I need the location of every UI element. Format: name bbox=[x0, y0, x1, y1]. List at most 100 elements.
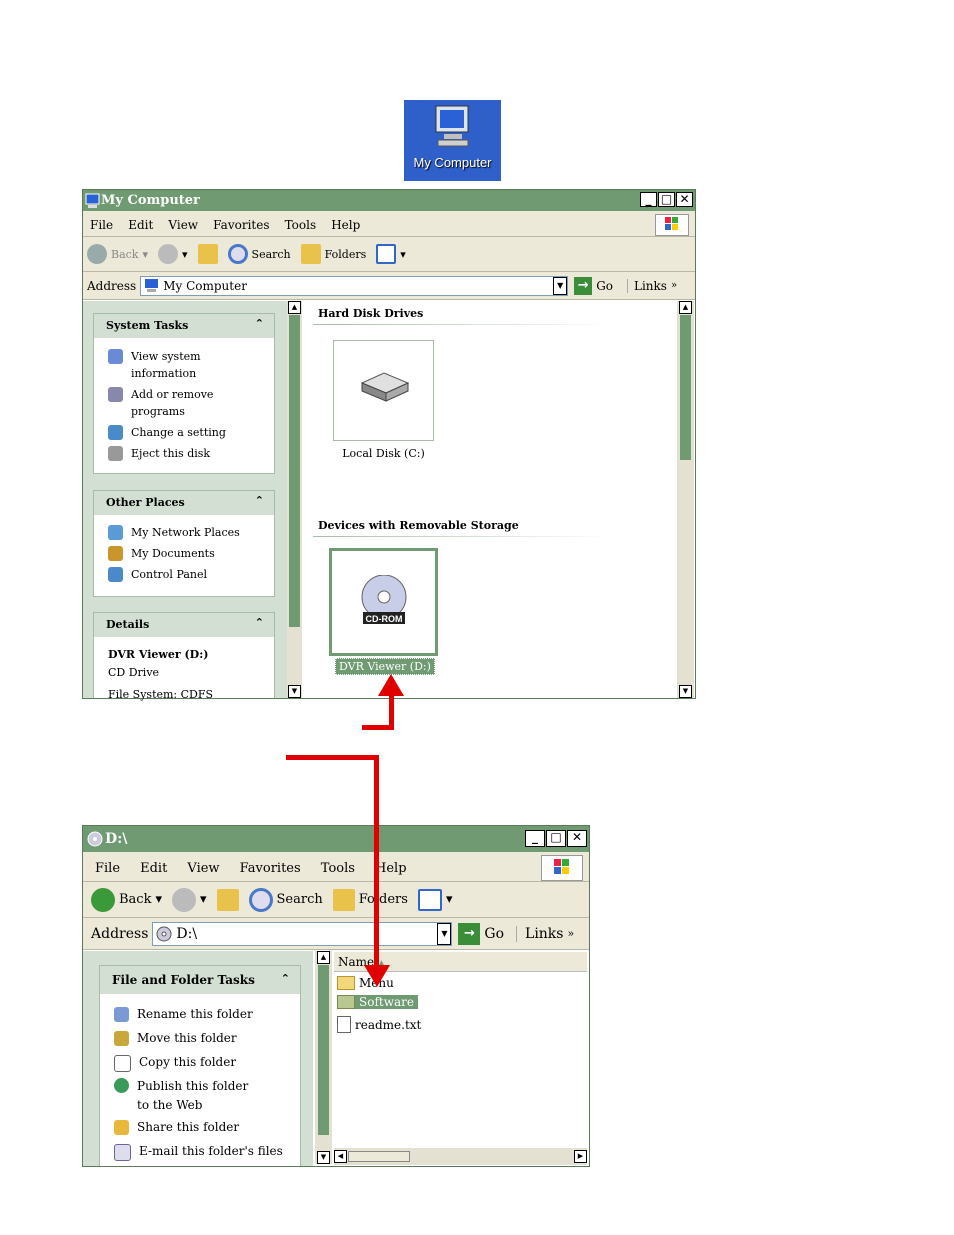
menu-bar: File Edit View Favorites Tools Help bbox=[83, 211, 695, 237]
menu-help[interactable]: Help bbox=[331, 212, 360, 238]
scroll-down-button[interactable]: ▼ bbox=[679, 685, 692, 698]
email-icon bbox=[114, 1144, 131, 1161]
drive-d-window: D:\ _ □ ✕ File Edit View Favorites Tools… bbox=[82, 825, 590, 1167]
menu-edit[interactable]: Edit bbox=[128, 212, 153, 238]
scroll-down-button[interactable]: ▼ bbox=[317, 1151, 330, 1164]
maximize-button[interactable]: □ bbox=[658, 192, 675, 207]
minimize-button[interactable]: _ bbox=[640, 192, 657, 207]
links-button[interactable]: Links bbox=[516, 925, 563, 942]
forward-button[interactable]: ▾ bbox=[158, 244, 188, 264]
dvr-viewer-item[interactable]: CD-ROM bbox=[329, 548, 438, 656]
cd-rom-icon: CD-ROM bbox=[361, 575, 407, 624]
views-button[interactable]: ▾ bbox=[376, 244, 406, 264]
task-pane-scrollbar[interactable]: ▲ ▼ bbox=[315, 951, 332, 1164]
scroll-left-button[interactable]: ◀ bbox=[334, 1150, 347, 1163]
title-bar[interactable]: My Computer _ □ ✕ bbox=[83, 190, 695, 211]
back-button[interactable]: Back ▾ bbox=[91, 887, 162, 912]
collapse-chevron-icon[interactable]: ⌃ bbox=[255, 317, 264, 330]
place-control-panel[interactable]: Control Panel bbox=[108, 566, 207, 583]
back-button[interactable]: Back ▾ bbox=[87, 244, 148, 264]
scroll-right-button[interactable]: ▶ bbox=[574, 1150, 587, 1163]
address-label: Address bbox=[91, 925, 149, 942]
window-title: My Computer bbox=[101, 193, 200, 208]
task-publish-folder[interactable]: Publish this folder to the Web bbox=[114, 1077, 264, 1115]
task-pane-scrollbar[interactable]: ▲ ▼ bbox=[287, 301, 302, 698]
minimize-button[interactable]: _ bbox=[525, 830, 545, 847]
task-share-folder[interactable]: Share this folder bbox=[114, 1119, 239, 1136]
scroll-thumb[interactable] bbox=[348, 1151, 410, 1162]
details-header[interactable]: Details ⌃ bbox=[94, 613, 274, 637]
folders-button[interactable]: Folders bbox=[332, 888, 408, 911]
links-button[interactable]: Links bbox=[627, 278, 667, 293]
menu-tools[interactable]: Tools bbox=[285, 212, 317, 238]
my-computer-desktop-icon[interactable]: My Computer bbox=[404, 100, 501, 181]
menu-view[interactable]: View bbox=[168, 212, 198, 238]
folders-button[interactable]: Folders bbox=[300, 244, 366, 264]
task-move-folder[interactable]: Move this folder bbox=[114, 1030, 237, 1047]
collapse-chevron-icon[interactable]: ⌃ bbox=[281, 972, 290, 985]
address-dropdown[interactable]: ▼ bbox=[553, 276, 568, 295]
menu-file[interactable]: File bbox=[95, 854, 120, 884]
task-view-system-info[interactable]: View system information bbox=[108, 348, 238, 382]
search-button[interactable]: Search bbox=[248, 887, 323, 912]
menu-favorites[interactable]: Favorites bbox=[213, 212, 269, 238]
close-button[interactable]: ✕ bbox=[676, 192, 693, 207]
scroll-thumb[interactable] bbox=[680, 315, 691, 460]
scroll-thumb[interactable] bbox=[289, 315, 300, 627]
maximize-button[interactable]: □ bbox=[546, 830, 566, 847]
scroll-down-button[interactable]: ▼ bbox=[288, 685, 301, 698]
horizontal-scrollbar[interactable]: ◀ ▶ bbox=[334, 1148, 587, 1165]
toolbar: Back ▾ ▾ Search Folders ▾ bbox=[83, 237, 695, 272]
address-bar: Address My Computer ▼ → Go Links» bbox=[83, 272, 695, 300]
section-divider bbox=[313, 324, 613, 325]
menu-favorites[interactable]: Favorites bbox=[240, 854, 301, 884]
views-button[interactable]: ▾ bbox=[417, 888, 452, 911]
scroll-up-button[interactable]: ▲ bbox=[317, 951, 330, 964]
window-title: D:\ bbox=[105, 831, 128, 847]
folder-icon bbox=[300, 244, 321, 264]
file-item-software[interactable]: Software bbox=[337, 995, 418, 1009]
up-folder-button[interactable] bbox=[216, 888, 239, 911]
menu-help[interactable]: Help bbox=[375, 854, 407, 884]
task-eject-disk[interactable]: Eject this disk bbox=[108, 445, 210, 462]
computer-icon bbox=[85, 193, 100, 208]
task-rename-folder[interactable]: Rename this folder bbox=[114, 1006, 253, 1023]
go-button[interactable]: → Go bbox=[574, 276, 613, 295]
task-copy-folder[interactable]: Copy this folder bbox=[114, 1054, 236, 1072]
search-button[interactable]: Search bbox=[227, 244, 291, 264]
other-places-header[interactable]: Other Places ⌃ bbox=[94, 491, 274, 515]
task-add-remove-programs[interactable]: Add or remove programs bbox=[108, 386, 238, 420]
control-panel-icon bbox=[108, 425, 123, 440]
file-item-readme[interactable]: readme.txt bbox=[337, 1016, 421, 1033]
scroll-up-button[interactable]: ▲ bbox=[288, 301, 301, 314]
file-folder-tasks-header[interactable]: File and Folder Tasks ⌃ bbox=[100, 966, 300, 994]
go-arrow-icon: → bbox=[458, 922, 481, 945]
local-disk-item[interactable] bbox=[333, 340, 434, 441]
place-network[interactable]: My Network Places bbox=[108, 524, 240, 541]
system-tasks-header[interactable]: System Tasks ⌃ bbox=[94, 314, 274, 338]
collapse-chevron-icon[interactable]: ⌃ bbox=[255, 494, 264, 507]
task-change-setting[interactable]: Change a setting bbox=[108, 424, 226, 441]
removable-header: Devices with Removable Storage bbox=[318, 519, 519, 532]
desktop-icon-label: My Computer bbox=[413, 155, 492, 170]
forward-button[interactable]: ▾ bbox=[172, 887, 207, 912]
menu-view[interactable]: View bbox=[187, 854, 219, 884]
close-button[interactable]: ✕ bbox=[567, 830, 587, 847]
local-disk-label: Local Disk (C:) bbox=[342, 447, 425, 460]
eject-icon bbox=[108, 446, 123, 461]
up-folder-button[interactable] bbox=[197, 244, 218, 264]
task-email-files[interactable]: E-mail this folder's files bbox=[114, 1143, 283, 1161]
menu-edit[interactable]: Edit bbox=[140, 854, 167, 884]
menu-tools[interactable]: Tools bbox=[321, 854, 355, 884]
address-dropdown[interactable]: ▼ bbox=[437, 922, 452, 945]
go-button[interactable]: → Go bbox=[458, 922, 504, 945]
address-input[interactable]: My Computer ▼ bbox=[140, 275, 569, 296]
address-input[interactable]: D:\ ▼ bbox=[152, 921, 453, 946]
scroll-up-button[interactable]: ▲ bbox=[679, 301, 692, 314]
title-bar[interactable]: D:\ _ □ ✕ bbox=[83, 826, 589, 852]
place-documents[interactable]: My Documents bbox=[108, 545, 215, 562]
scroll-thumb[interactable] bbox=[318, 965, 329, 1135]
collapse-chevron-icon[interactable]: ⌃ bbox=[255, 616, 264, 629]
content-scrollbar[interactable]: ▲ ▼ bbox=[677, 301, 694, 698]
menu-file[interactable]: File bbox=[90, 212, 113, 238]
